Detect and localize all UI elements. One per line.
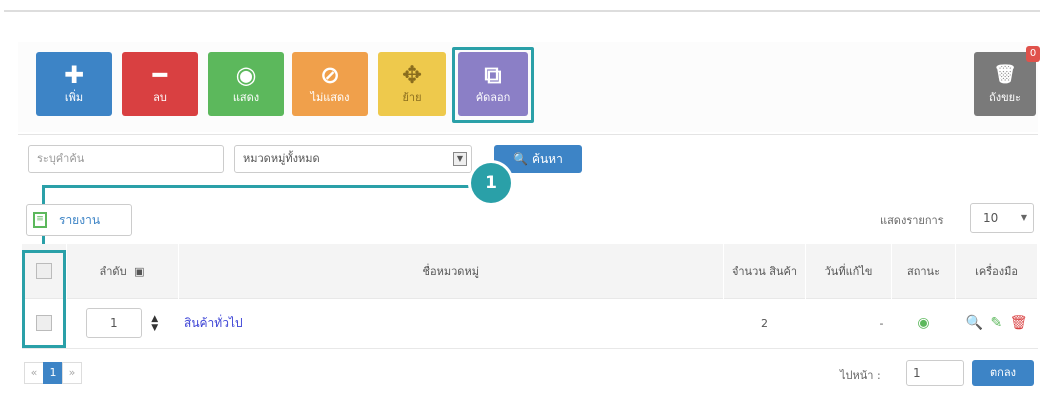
goto-ok-button[interactable]: ตกลง	[972, 360, 1034, 386]
delete-label: ลบ	[153, 91, 167, 104]
updated-date: -	[805, 297, 892, 349]
order-input[interactable]: 1	[85, 308, 142, 338]
caret-down-icon: ▼	[1020, 213, 1027, 222]
tools-header: เครื่องมือ	[955, 244, 1038, 298]
plus-icon: ✚	[63, 61, 85, 89]
name-header: ชื่อหมวดหมู่	[178, 244, 724, 298]
move-arrows-icon: ✥	[401, 61, 423, 89]
status-header: สถานะ	[891, 244, 956, 298]
show-label: แสดง	[232, 91, 260, 104]
page-size-select[interactable]: 10 ▼	[970, 203, 1034, 233]
show-button[interactable]: ◉ แสดง	[208, 52, 284, 116]
search-input[interactable]: ระบุคำค้น	[28, 145, 224, 173]
save-icon[interactable]: ▣	[134, 265, 144, 278]
sort-arrows-icon[interactable]: ▲ ▼	[151, 315, 158, 333]
category-table: ลำดับ ▣ ชื่อหมวดหมู่ จำนวน สินค้า วันที่…	[22, 244, 1038, 349]
add-label: เพิ่ม	[64, 91, 84, 104]
delete-trash-icon[interactable]: 🗑	[1010, 315, 1028, 331]
add-button[interactable]: ✚ เพิ่ม	[36, 52, 112, 116]
trash-label: ถังขยะ	[989, 91, 1021, 104]
goto-page-input[interactable]: 1	[906, 360, 964, 386]
category-select[interactable]: หมวดหมู่ทั้งหมด ▼	[234, 145, 472, 173]
page-size-label: แสดงรายการ	[880, 214, 944, 227]
report-label: รายงาน	[59, 213, 101, 227]
count-header: จำนวน สินค้า	[723, 244, 806, 298]
minus-icon: ━	[152, 61, 168, 89]
move-label: ย้าย	[402, 91, 422, 104]
edit-pencil-icon[interactable]: ✎	[990, 315, 1002, 331]
category-select-value: หมวดหมู่ทั้งหมด	[243, 152, 320, 165]
hide-button[interactable]: ⊘ ไม่แสดง	[292, 52, 368, 116]
order-header: ลำดับ ▣	[66, 244, 179, 298]
search-icon: 🔍	[513, 152, 529, 166]
copy-button-highlight	[452, 47, 534, 123]
search-button[interactable]: 🔍 ค้นหา	[494, 145, 582, 173]
step-callout-badge: 1	[471, 163, 511, 203]
select-arrow-icon: ▼	[453, 152, 467, 166]
page-1-button[interactable]: 1	[43, 362, 63, 384]
updated-header: วันที่แก้ไข	[805, 244, 892, 298]
eye-icon: ◉	[235, 61, 257, 89]
trash-icon: 🗑	[993, 64, 1017, 85]
product-count: 2	[723, 297, 806, 349]
trash-button[interactable]: 0 🗑 ถังขยะ	[974, 46, 1040, 116]
checkbox-column-highlight	[22, 250, 66, 348]
next-page-button[interactable]: »	[62, 362, 82, 384]
document-icon: ≡	[33, 212, 47, 228]
delete-button[interactable]: ━ ลบ	[122, 52, 198, 116]
eye-slash-icon: ⊘	[319, 61, 341, 89]
move-button[interactable]: ✥ ย้าย	[378, 52, 446, 116]
toolbar-divider	[18, 134, 1038, 135]
goto-page-label: ไปหน้า :	[840, 369, 881, 382]
callout-connector	[42, 185, 474, 188]
visible-eye-icon[interactable]: ◉	[917, 315, 929, 331]
category-name-link[interactable]: สินค้าทั่วไป	[178, 297, 724, 349]
pagination: «1»	[24, 362, 82, 384]
prev-page-button[interactable]: «	[24, 362, 44, 384]
table-row: 1 ▲ ▼ สินค้าทั่วไป 2 - ◉ 🔍 ✎ 🗑	[22, 297, 1038, 349]
view-icon[interactable]: 🔍	[966, 315, 983, 331]
report-button[interactable]: ≡ รายงาน	[26, 204, 132, 236]
page-size-value: 10	[983, 211, 999, 225]
trash-count-badge: 0	[1026, 46, 1040, 62]
search-button-label: ค้นหา	[531, 152, 563, 166]
hide-label: ไม่แสดง	[310, 91, 350, 104]
